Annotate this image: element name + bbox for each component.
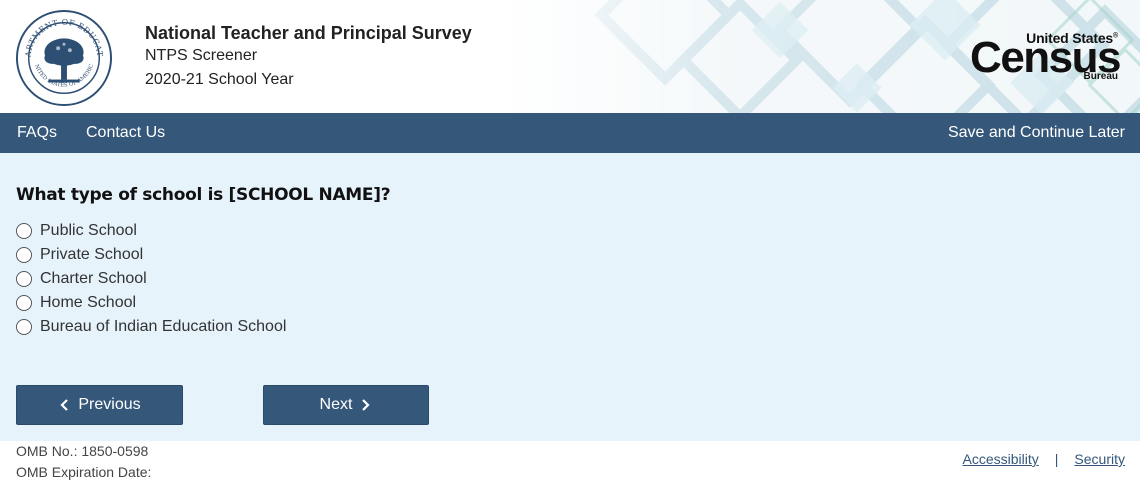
footer-links: Accessibility | Security: [963, 451, 1125, 467]
department-of-education-seal-icon: DEPARTMENT OF EDUCATION UNITED STATES OF…: [15, 9, 113, 107]
option-label: Charter School: [40, 270, 147, 287]
option-label: Public School: [40, 222, 137, 239]
previous-button[interactable]: Previous: [16, 385, 183, 425]
option-label: Bureau of Indian Education School: [40, 318, 287, 335]
question-panel: What type of school is [SCHOOL NAME]? Pu…: [0, 153, 1140, 441]
radio-button[interactable]: [16, 271, 32, 287]
school-type-options: Public School Private School Charter Sch…: [16, 219, 286, 339]
option-label: Private School: [40, 246, 144, 263]
nav-save-and-continue-later-link[interactable]: Save and Continue Later: [948, 113, 1125, 153]
option-public-school[interactable]: Public School: [16, 219, 286, 243]
chevron-left-icon: [60, 399, 69, 411]
census-bureau-logo: United States® Census Bureau: [970, 30, 1121, 84]
nav-contact-us-link[interactable]: Contact Us: [86, 113, 165, 153]
nav-faqs-link[interactable]: FAQs: [17, 113, 57, 153]
radio-button[interactable]: [16, 223, 32, 239]
footer-separator: |: [1054, 451, 1059, 467]
omb-number: OMB No.: 1850-0598: [16, 443, 149, 459]
next-button-label: Next: [319, 396, 353, 413]
radio-button[interactable]: [16, 247, 32, 263]
option-private-school[interactable]: Private School: [16, 243, 286, 267]
accessibility-link[interactable]: Accessibility: [963, 451, 1039, 467]
logo-bureau: Bureau: [1083, 71, 1118, 82]
school-year: 2020-21 School Year: [145, 71, 294, 88]
option-bureau-of-indian-education-school[interactable]: Bureau of Indian Education School: [16, 315, 286, 339]
top-nav-bar: FAQs Contact Us Save and Continue Later: [0, 113, 1140, 153]
option-home-school[interactable]: Home School: [16, 291, 286, 315]
page-footer: OMB No.: 1850-0598 OMB Expiration Date: …: [0, 441, 1140, 495]
option-charter-school[interactable]: Charter School: [16, 267, 286, 291]
security-link[interactable]: Security: [1074, 451, 1125, 467]
chevron-right-icon: [362, 399, 371, 411]
next-button[interactable]: Next: [263, 385, 429, 425]
survey-subtitle: NTPS Screener: [145, 47, 258, 64]
question-text: What type of school is [SCHOOL NAME]?: [16, 185, 391, 205]
survey-title: National Teacher and Principal Survey: [145, 23, 472, 43]
site-header: DEPARTMENT OF EDUCATION UNITED STATES OF…: [0, 0, 1140, 113]
omb-expiration-date: OMB Expiration Date:: [16, 464, 152, 480]
radio-button[interactable]: [16, 295, 32, 311]
radio-button[interactable]: [16, 319, 32, 335]
option-label: Home School: [40, 294, 137, 311]
previous-button-label: Previous: [78, 396, 141, 413]
